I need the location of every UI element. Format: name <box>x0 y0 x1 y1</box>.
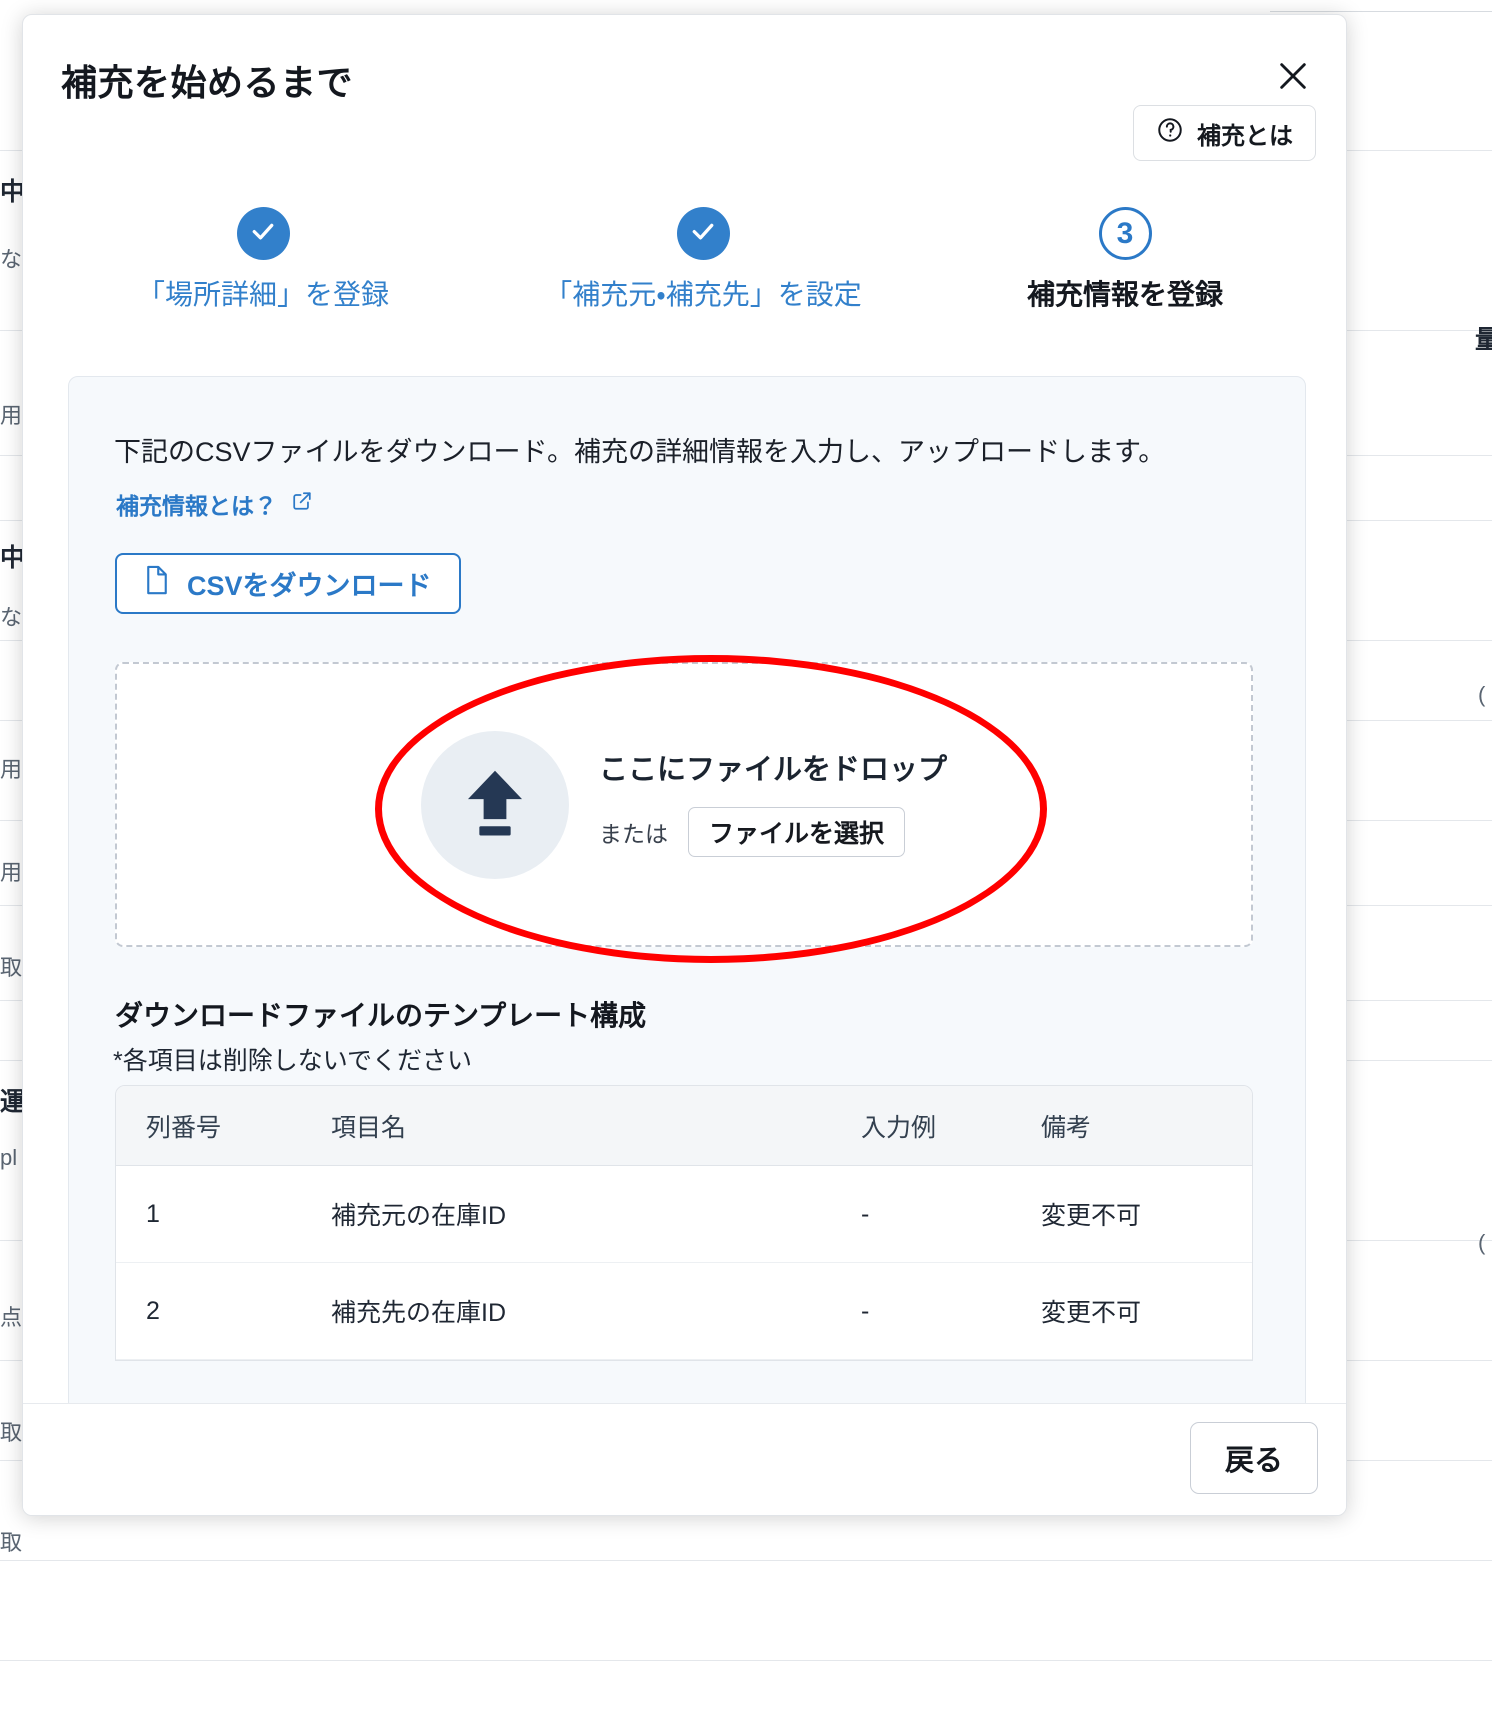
column-header-example: 入力例 <box>861 1113 937 1142</box>
background-text: ( <box>1478 1230 1486 1255</box>
panel-link-label: 補充情報とは？ <box>116 493 277 519</box>
cell-example: - <box>861 1199 870 1228</box>
table-row: 2 補充先の在庫ID - 変更不可 <box>116 1263 1252 1360</box>
column-header-remark: 備考 <box>1041 1113 1092 1142</box>
stepper-step-3[interactable]: 3 補充情報を登録 <box>995 207 1255 313</box>
background-text: ( <box>1478 682 1486 707</box>
dropzone-texts: ここにファイルをドロップ または ファイルを選択 <box>599 746 947 863</box>
close-button[interactable] <box>1268 51 1318 101</box>
page-title: 補充を始めるまで <box>61 62 354 103</box>
background-text: 用 <box>0 860 23 885</box>
question-circle-icon <box>1156 116 1184 151</box>
cell-remark: 変更不可 <box>1041 1299 1142 1327</box>
help-button-label: 補充とは <box>1197 122 1293 150</box>
background-text: な <box>0 247 23 272</box>
stepper-step-2-label: 「補充元・補充先」を設定 <box>544 279 862 310</box>
upload-panel: 下記のCSVファイルをダウンロード。補充の詳細情報を入力し、アップロードします。… <box>68 376 1306 1412</box>
modal-footer: 戻る <box>23 1403 1346 1515</box>
dropzone-or-label: または <box>598 821 668 847</box>
check-icon <box>688 216 718 251</box>
stepper-step-3-label: 補充情報を登録 <box>1026 279 1223 310</box>
table-row: 1 補充元の在庫ID - 変更不可 <box>116 1166 1252 1263</box>
stepper-step-1-marker <box>236 207 290 260</box>
check-icon <box>248 216 278 251</box>
help-button[interactable]: 補充とは <box>1133 105 1316 161</box>
background-text: 点 <box>0 1305 23 1330</box>
panel-description: 下記のCSVファイルをダウンロード。補充の詳細情報を入力し、アップロードします。 <box>114 437 1166 467</box>
csv-download-button[interactable]: CSVをダウンロード <box>115 553 461 614</box>
cell-item-name: 補充先の在庫ID <box>331 1299 507 1327</box>
cell-example: - <box>861 1296 870 1325</box>
cell-row-number: 2 <box>146 1296 160 1325</box>
replenishment-info-link[interactable]: 補充情報とは？ <box>116 487 313 521</box>
upload-icon-circle <box>420 730 569 879</box>
background-text: な <box>0 605 23 630</box>
replenishment-setup-modal: 補充を始めるまで 補充とは 「場所詳細」を登録 「補充元・補充先」を設定 3 補… <box>22 14 1347 1516</box>
column-header-item-name: 項目名 <box>331 1113 407 1142</box>
close-icon <box>1276 59 1310 93</box>
file-select-button[interactable]: ファイルを選択 <box>687 807 905 857</box>
external-link-icon <box>291 490 313 518</box>
file-dropzone[interactable]: ここにファイルをドロップ または ファイルを選択 <box>115 662 1253 947</box>
stepper-step-2-marker <box>676 207 730 260</box>
dropzone-action-row: または ファイルを選択 <box>599 807 947 857</box>
background-topbar <box>1270 0 1492 12</box>
progress-stepper: 「場所詳細」を登録 「補充元・補充先」を設定 3 補充情報を登録 <box>23 207 1346 430</box>
background-rule <box>0 1560 1492 1561</box>
cell-item-name: 補充元の在庫ID <box>331 1202 507 1230</box>
stepper-step-1[interactable]: 「場所詳細」を登録 <box>133 207 393 313</box>
template-structure-table: 列番号 項目名 入力例 備考 1 補充元の在庫ID - 変更不可 2 補充先の在… <box>115 1085 1253 1361</box>
upload-arrow-icon <box>460 765 530 844</box>
background-rule <box>0 1660 1492 1661</box>
column-header-row-number: 列番号 <box>146 1113 222 1142</box>
file-icon <box>144 565 170 602</box>
cell-remark: 変更不可 <box>1041 1202 1142 1230</box>
template-section-note: *各項目は削除しないでください <box>113 1047 472 1075</box>
csv-download-label: CSVをダウンロード <box>187 571 432 601</box>
stepper-step-2[interactable]: 「補充元・補充先」を設定 <box>544 207 862 313</box>
background-text: 取 <box>0 1420 23 1445</box>
table-header-row: 列番号 項目名 入力例 備考 <box>116 1086 1252 1166</box>
cell-row-number: 1 <box>146 1199 160 1228</box>
back-button[interactable]: 戻る <box>1190 1422 1318 1494</box>
background-text: 取 <box>0 1530 23 1555</box>
dropzone-title: ここにファイルをドロップ <box>598 754 947 786</box>
background-text: pl <box>0 1145 18 1170</box>
background-text: 用 <box>0 403 23 428</box>
template-section-title: ダウンロードファイルのテンプレート構成 <box>115 1000 647 1031</box>
background-text: 取 <box>0 955 23 980</box>
stepper-step-1-label: 「場所詳細」を登録 <box>136 279 389 310</box>
background-text: 量 <box>1475 326 1492 354</box>
background-text: 用 <box>0 757 23 782</box>
stepper-step-3-marker: 3 <box>1098 207 1152 260</box>
